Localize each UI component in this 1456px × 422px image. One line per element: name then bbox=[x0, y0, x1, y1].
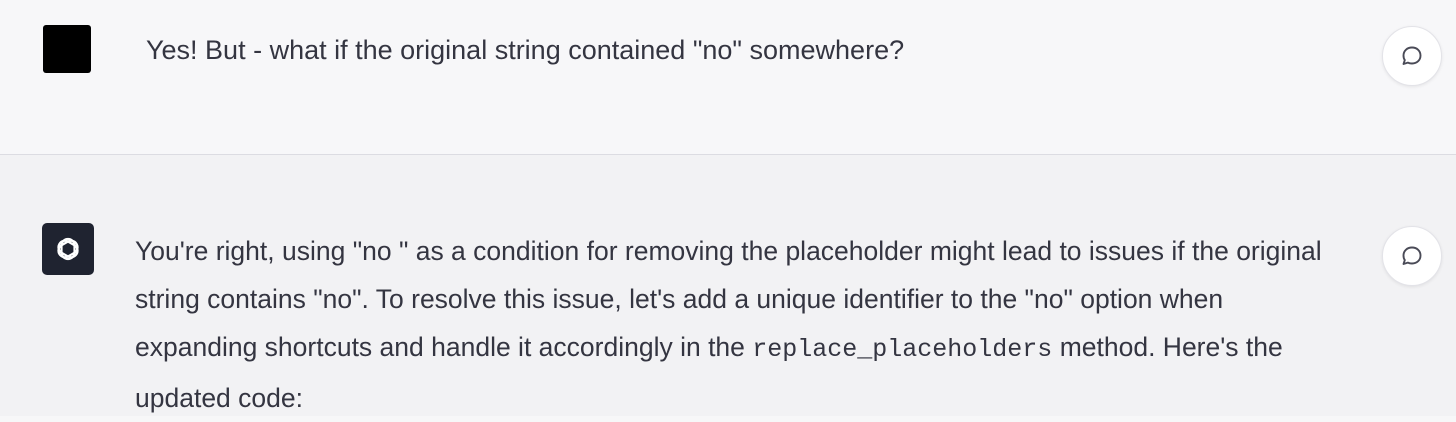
speech-bubble-icon bbox=[1402, 46, 1422, 65]
speech-bubble-icon bbox=[1402, 246, 1422, 265]
openai-logo-icon bbox=[57, 237, 79, 261]
assistant-text-line-2: string contains "no". To resolve this is… bbox=[135, 284, 1224, 314]
user-message-text: Yes! But - what if the original string c… bbox=[146, 35, 905, 65]
user-message-row: Yes! But - what if the original string c… bbox=[0, 0, 1456, 155]
comment-button-user-message[interactable] bbox=[1382, 26, 1442, 86]
assistant-text-line-4: updated code: bbox=[135, 383, 303, 413]
assistant-text-line-3-end: method. Here's the bbox=[1052, 332, 1283, 362]
assistant-text-line-3: expanding shortcuts and handle it accord… bbox=[135, 323, 1385, 374]
assistant-text-line-1: You're right, using "no " as a condition… bbox=[135, 236, 1322, 266]
assistant-text-line-3-start: expanding shortcuts and handle it accord… bbox=[135, 332, 753, 362]
assistant-message-text: You're right, using "no " as a condition… bbox=[135, 227, 1385, 422]
user-avatar bbox=[43, 25, 91, 73]
inline-code: replace_placeholders bbox=[752, 335, 1053, 364]
assistant-avatar bbox=[42, 223, 94, 275]
comment-button-assistant-message[interactable] bbox=[1382, 226, 1442, 286]
assistant-message-row: You're right, using "no " as a condition… bbox=[0, 155, 1456, 416]
